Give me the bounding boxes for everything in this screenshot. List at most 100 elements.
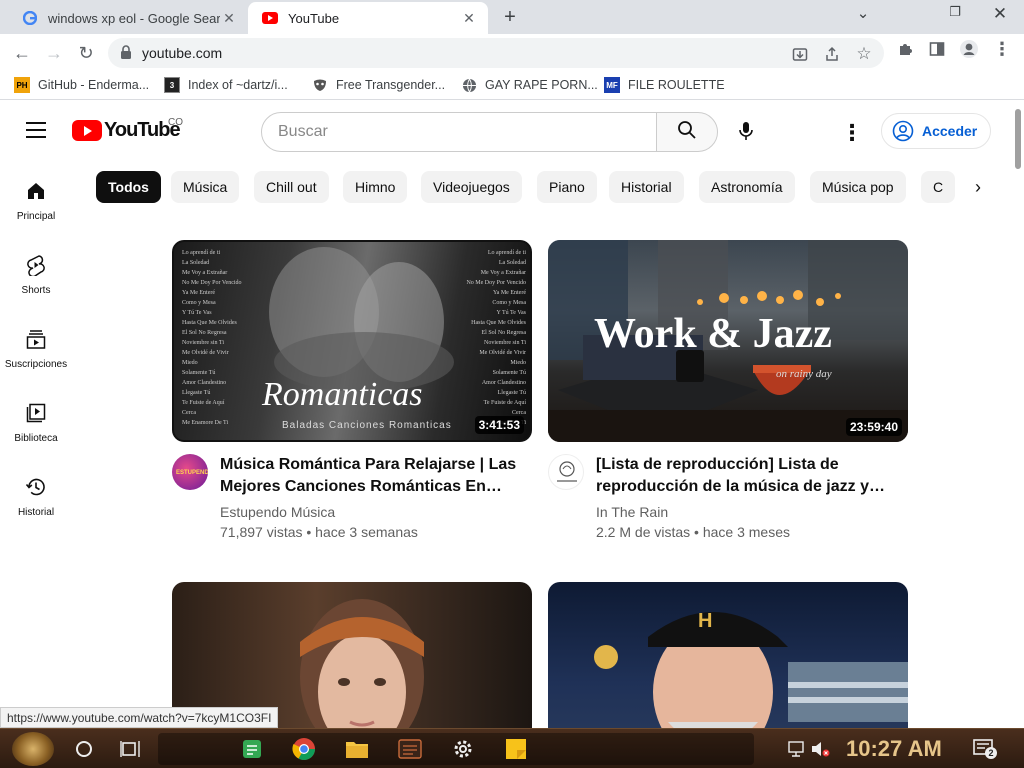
video-title[interactable]: [Lista de reproducción] Lista de reprodu… [596, 454, 896, 498]
sidebar-item-biblioteca[interactable]: Biblioteca [0, 393, 72, 463]
volume-muted-icon[interactable] [808, 737, 832, 761]
lock-icon[interactable] [120, 45, 134, 61]
task-view-icon[interactable] [118, 737, 142, 761]
browser-toolbar: ← → ↻ youtube.com ☆ ⋮ [0, 34, 1024, 72]
chip-next-partial[interactable]: C [921, 171, 956, 203]
search-circle-icon[interactable] [72, 737, 96, 761]
install-app-icon[interactable] [790, 44, 810, 64]
svg-text:Noviembre sin Ti: Noviembre sin Ti [182, 340, 224, 346]
svg-text:Amor Clandestino: Amor Clandestino [182, 380, 226, 386]
new-tab-button[interactable]: + [498, 6, 522, 29]
sticky-notes-icon[interactable] [504, 737, 528, 761]
globe-icon [461, 77, 477, 93]
address-bar[interactable]: youtube.com ☆ [108, 38, 884, 68]
video-card[interactable]: Lo aprendí de ti La Soledad Me Voy a Extra… [172, 240, 532, 552]
forward-button[interactable]: → [42, 41, 66, 65]
youtube-favicon [262, 10, 278, 26]
bookmark-star-icon[interactable]: ☆ [854, 44, 874, 64]
filter-chips: Todos Música Chill out Himno Videojuegos… [96, 171, 956, 203]
chip-musica[interactable]: Música [171, 171, 240, 203]
taskbar-clock[interactable]: 10:27 AM [846, 736, 942, 762]
search-button[interactable] [656, 112, 718, 152]
bookmark-item[interactable]: MF FILE ROULETTE [604, 77, 725, 93]
chrome-menu-icon[interactable]: ⋮ [991, 38, 1013, 60]
bookmark-item[interactable]: GAY RAPE PORN... [461, 77, 598, 93]
bookmark-item[interactable]: 3 Index of ~dartz/i... [164, 77, 288, 93]
svg-text:Hasta Que Me Olvides: Hasta Que Me Olvides [471, 320, 526, 326]
chip-piano[interactable]: Piano [537, 171, 597, 203]
close-tab-icon[interactable]: ✕ [460, 10, 478, 27]
svg-text:H: H [698, 610, 712, 632]
voice-search-button[interactable] [732, 119, 760, 147]
sidebar-item-principal[interactable]: Principal [0, 171, 72, 241]
bookmark-item[interactable]: PH GitHub - Enderma... [14, 77, 149, 93]
svg-text:El Sol No Regresa: El Sol No Regresa [482, 330, 527, 336]
share-icon[interactable] [822, 44, 842, 64]
extensions-icon[interactable] [894, 38, 916, 60]
google-icon [22, 10, 38, 26]
media-app-icon[interactable] [398, 737, 422, 761]
chip-todos[interactable]: Todos [96, 171, 161, 203]
notification-icon[interactable]: 2 [972, 737, 997, 761]
svg-text:Cerca: Cerca [182, 410, 196, 416]
side-panel-icon[interactable] [926, 38, 948, 60]
channel-avatar[interactable]: ESTUPENDO [172, 454, 208, 490]
close-window-icon[interactable]: ✕ [982, 4, 1018, 24]
chip-historial[interactable]: Historial [609, 171, 684, 203]
search-icon [677, 120, 697, 145]
video-thumbnail[interactable]: Lo aprendí de ti La Soledad Me Voy a Extra… [172, 240, 532, 442]
scrollbar-thumb[interactable] [1015, 109, 1021, 169]
svg-text:La Soledad: La Soledad [182, 260, 209, 266]
status-url-bubble: https://www.youtube.com/watch?v=7kcyM1CO… [0, 707, 279, 728]
chip-chill-out[interactable]: Chill out [254, 171, 329, 203]
search-box[interactable] [261, 112, 657, 152]
channel-name[interactable]: Estupendo Música [220, 504, 335, 520]
start-button[interactable] [12, 732, 54, 766]
reload-button[interactable]: ↻ [74, 41, 98, 65]
url-text[interactable]: youtube.com [142, 45, 222, 61]
channel-name[interactable]: In The Rain [596, 504, 668, 520]
restore-window-icon[interactable]: ❐ [937, 4, 973, 20]
sidebar-item-historial[interactable]: Historial [0, 467, 72, 537]
chevron-right-icon[interactable]: › [964, 173, 992, 201]
network-icon[interactable] [784, 737, 808, 761]
svg-text:Me Olvidé de Vivir: Me Olvidé de Vivir [182, 350, 229, 356]
file-roulette-icon: MF [604, 77, 620, 93]
svg-text:Lo aprendí de ti: Lo aprendí de ti [488, 250, 526, 256]
chip-videojuegos[interactable]: Videojuegos [421, 171, 522, 203]
tab-search-icon[interactable]: ⌄ [845, 4, 881, 22]
sidebar-item-shorts[interactable]: Shorts [0, 245, 72, 315]
video-thumbnail[interactable]: Work & Jazz on rainy day 23:59:40 [548, 240, 908, 442]
video-card[interactable]: H [548, 582, 908, 728]
bookmarks-bar: PH GitHub - Enderma... 3 Index of ~dartz… [0, 72, 1024, 100]
settings-menu-icon[interactable]: ⋮ [841, 120, 863, 145]
tab-strip: windows xp eol - Google Search ✕ YouTube… [0, 0, 1024, 34]
svg-text:Te Fuiste de Aquí: Te Fuiste de Aquí [484, 400, 527, 406]
menu-icon[interactable] [26, 122, 46, 138]
page-scrollbar[interactable] [1012, 101, 1024, 728]
channel-avatar[interactable] [548, 454, 584, 490]
chrome-icon[interactable] [292, 737, 316, 761]
svg-text:ESTUPENDO: ESTUPENDO [176, 470, 208, 476]
notes-app-icon[interactable] [240, 737, 264, 761]
profile-icon[interactable] [958, 38, 980, 60]
chip-musica-pop[interactable]: Música pop [810, 171, 906, 203]
video-card[interactable]: Work & Jazz on rainy day 23:59:40 [Lista… [548, 240, 908, 552]
search-input[interactable] [262, 113, 656, 151]
chip-himno[interactable]: Himno [343, 171, 408, 203]
settings-gear-icon[interactable] [451, 737, 475, 761]
close-tab-icon[interactable]: ✕ [220, 10, 238, 27]
bookmark-item[interactable]: Free Transgender... [312, 77, 445, 93]
chip-astronomia[interactable]: Astronomía [699, 171, 795, 203]
sign-in-button[interactable]: Acceder [881, 113, 991, 149]
tab-youtube[interactable]: YouTube ✕ [248, 2, 488, 34]
video-thumbnail[interactable]: H [548, 582, 908, 728]
thumbnail-title: Work & Jazz [594, 311, 832, 357]
tab-google-search[interactable]: windows xp eol - Google Search ✕ [8, 2, 248, 34]
video-title[interactable]: Música Romántica Para Relajarse | Las Me… [220, 454, 520, 498]
back-button[interactable]: ← [10, 41, 34, 65]
youtube-logo[interactable]: YouTube CO [72, 117, 183, 142]
file-explorer-icon[interactable] [345, 737, 369, 761]
svg-text:Solamente Tú: Solamente Tú [493, 370, 526, 376]
sidebar-item-suscripciones[interactable]: Suscripciones [0, 319, 72, 389]
